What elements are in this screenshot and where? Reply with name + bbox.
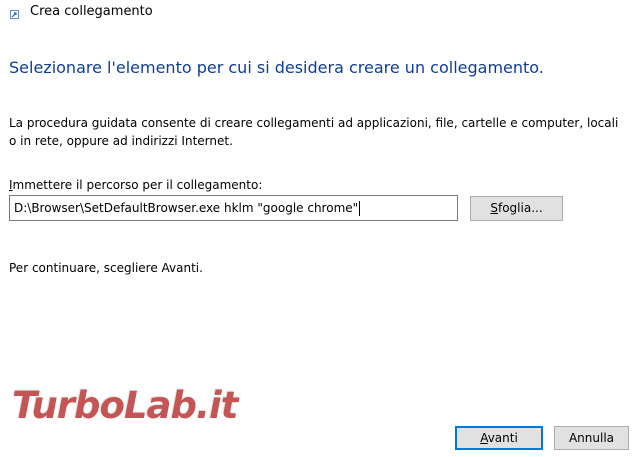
shortcut-icon [10, 10, 19, 19]
next-button-label: vanti [487, 431, 518, 445]
next-button-access-key: A [480, 431, 488, 445]
next-button[interactable]: Avanti [455, 426, 543, 450]
title-bar: Crea collegamento [0, 0, 638, 26]
create-shortcut-dialog: Crea collegamento Selezionare l'elemento… [0, 0, 638, 457]
window-title: Crea collegamento [30, 4, 153, 19]
browse-button-access-key: S [490, 201, 498, 215]
wizard-description: La procedura guidata consente di creare … [9, 116, 619, 148]
location-input-value: D:\Browser\SetDefaultBrowser.exe hklm "g… [14, 201, 359, 215]
watermark-text: TurboLab.it [12, 384, 238, 427]
location-label: Immettere il percorso per il collegament… [9, 177, 262, 193]
browse-button-label: foglia... [497, 201, 543, 215]
page-heading: Selezionare l'elemento per cui si deside… [9, 58, 544, 77]
watermark-logo: TurboLab.it [12, 384, 238, 434]
location-input[interactable]: D:\Browser\SetDefaultBrowser.exe hklm "g… [9, 195, 458, 221]
browse-button[interactable]: Sfoglia... [470, 196, 563, 221]
text-caret [359, 201, 361, 216]
location-label-text: mmettere il percorso per il collegamento… [12, 178, 263, 192]
continue-instruction: Per continuare, scegliere Avanti. [9, 261, 203, 275]
cancel-button[interactable]: Annulla [554, 426, 629, 450]
